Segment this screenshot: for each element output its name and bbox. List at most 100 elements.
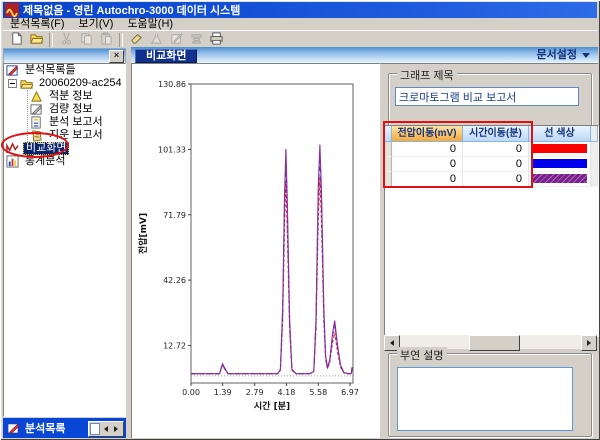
window-title: 제목없음 - 영린 Autochro-3000 데이터 시스템: [23, 2, 240, 18]
time-shift-cell[interactable]: 0: [463, 172, 529, 187]
chart-panel: 130.86101.3371.7942.2612.720.001.392.794…: [131, 63, 380, 438]
voltage-shift-cell[interactable]: 0: [392, 157, 463, 172]
cut-button: [56, 32, 76, 48]
tree-item-analysis-report[interactable]: 분석 보고서: [4, 116, 125, 129]
svg-text:5.58: 5.58: [309, 388, 327, 397]
tab-scroll-right-icon[interactable]: [111, 423, 121, 435]
line-color-swatch: [532, 159, 587, 168]
shift-table: 전압이동(mV)시간이동(분)선 색상000000: [384, 125, 599, 337]
table-header-row: 전압이동(mV)시간이동(분)선 색상: [385, 126, 598, 142]
integration-info-icon: [30, 90, 44, 103]
voltage-shift-cell[interactable]: 0: [392, 172, 463, 187]
paste-button: [96, 32, 116, 48]
row-filler: [591, 157, 598, 172]
svg-text:4.18: 4.18: [277, 388, 295, 397]
main-header: 비교화면 문서설정: [131, 47, 598, 64]
statistics-icon: [6, 155, 20, 168]
tree-item-integration-info[interactable]: 적분 정보: [4, 90, 125, 103]
paste-icon: [100, 32, 113, 48]
tree-item-label: 20060209-ac254: [37, 77, 124, 90]
printer-button[interactable]: [206, 32, 226, 48]
table-row[interactable]: 00: [385, 157, 598, 172]
tree-item-calibration-info[interactable]: 검량 정보: [4, 103, 125, 116]
dropdown-icon: [582, 53, 590, 58]
menu-analysis-list[interactable]: 분석목록(F): [3, 18, 72, 30]
svg-text:전압[mV]: 전압[mV]: [137, 213, 149, 254]
deleted-report-icon: [30, 129, 44, 142]
svg-text:6.97: 6.97: [341, 388, 359, 397]
settings-panel: 그래프 제목 전압이동(mV)시간이동(분)선 색상000000 부연 설명: [381, 63, 598, 438]
svg-text:42.26: 42.26: [163, 276, 186, 285]
table-row[interactable]: 00: [385, 142, 598, 157]
tree-item-analysis-list[interactable]: 분석목록들: [4, 64, 125, 77]
svg-text:12.72: 12.72: [163, 342, 186, 351]
analysis-list-icon: [7, 422, 21, 435]
compare-view-icon: [6, 142, 20, 155]
tab-pager-sliver: [90, 423, 100, 435]
expander-minus-icon[interactable]: [8, 79, 17, 88]
eraser-button[interactable]: [126, 32, 146, 48]
tab-scroll-left-icon[interactable]: [101, 423, 111, 435]
tree-item-statistics[interactable]: 통계분석: [4, 155, 125, 168]
copy-icon: [80, 32, 93, 48]
col-voltage-shift-header[interactable]: 전압이동(mV): [392, 126, 463, 142]
svg-text:101.33: 101.33: [158, 145, 186, 154]
time-shift-cell[interactable]: 0: [463, 142, 529, 157]
menu-view[interactable]: 보기(V): [72, 18, 121, 30]
sidebar-tab-bar: 분석목록: [3, 418, 126, 438]
flask-button: [146, 32, 166, 48]
doc-new-icon: [10, 32, 23, 48]
line-color-swatch: [532, 144, 587, 153]
cut-icon: [60, 32, 73, 48]
row-stub: [385, 157, 392, 172]
tree-item-compare-view[interactable]: 비교화면: [4, 142, 125, 155]
col-time-shift-header[interactable]: 시간이동(분): [463, 126, 529, 142]
tree-item-deleted-report[interactable]: 지운 보고서: [4, 129, 125, 142]
note-textarea[interactable]: [397, 367, 573, 431]
toolbar-separator: [119, 33, 123, 47]
folder-open-button[interactable]: [26, 32, 46, 48]
svg-text:2.79: 2.79: [246, 388, 264, 397]
tab-analysis-list[interactable]: 분석목록: [25, 420, 65, 436]
calibration-edit-button: [166, 32, 186, 48]
analysis-list-icon: [6, 64, 20, 77]
tree-item-label: 지운 보고서: [47, 129, 105, 142]
graph-title-input[interactable]: [395, 87, 579, 106]
sidebar-header: ×: [3, 48, 126, 64]
time-shift-cell[interactable]: 0: [463, 157, 529, 172]
menu-help[interactable]: 도움말(H): [120, 18, 180, 30]
doc-new-button[interactable]: [6, 32, 26, 48]
scroll-right-icon[interactable]: [581, 335, 597, 351]
note-group: 부연 설명: [388, 353, 592, 437]
printer-icon: [210, 32, 223, 48]
voltage-shift-cell[interactable]: 0: [392, 142, 463, 157]
menu-bar: 분석목록(F)보기(V)도움말(H): [3, 18, 597, 30]
table-row[interactable]: 00: [385, 172, 598, 187]
document-settings-button[interactable]: 문서설정: [537, 49, 590, 61]
tree-item-label: 분석목록들: [23, 64, 78, 77]
report-view-icon: [190, 32, 203, 48]
calibration-edit-icon: [170, 32, 183, 48]
tree-item-label: 비교화면: [23, 142, 69, 155]
analysis-tree: 분석목록들20060209-ac254적분 정보검량 정보분석 보고서지운 보고…: [3, 63, 126, 417]
close-icon[interactable]: ×: [109, 50, 124, 63]
row-filler: [591, 172, 598, 187]
svg-text:130.86: 130.86: [158, 80, 186, 89]
line-color-cell[interactable]: [529, 157, 591, 172]
folder-icon: [20, 77, 34, 90]
line-color-cell[interactable]: [529, 172, 591, 187]
col-line-color-header[interactable]: 선 색상: [529, 126, 591, 142]
svg-text:1.39: 1.39: [214, 388, 232, 397]
table-corner-stub: [385, 126, 392, 142]
scrollbar-thumb[interactable]: [469, 335, 520, 351]
copy-button: [76, 32, 96, 48]
line-color-cell[interactable]: [529, 142, 591, 157]
eraser-icon: [130, 32, 143, 48]
note-group-label: 부연 설명: [397, 347, 447, 363]
svg-text:0.00: 0.00: [182, 388, 200, 397]
tree-item-label: 적분 정보: [47, 90, 95, 103]
svg-text:시간 [분]: 시간 [분]: [254, 400, 290, 412]
tree-item-folder[interactable]: 20060209-ac254: [4, 77, 125, 90]
view-title-badge: 비교화면: [135, 49, 197, 63]
sidebar: × 분석목록들20060209-ac254적분 정보검량 정보분석 보고서지운 …: [2, 47, 127, 438]
